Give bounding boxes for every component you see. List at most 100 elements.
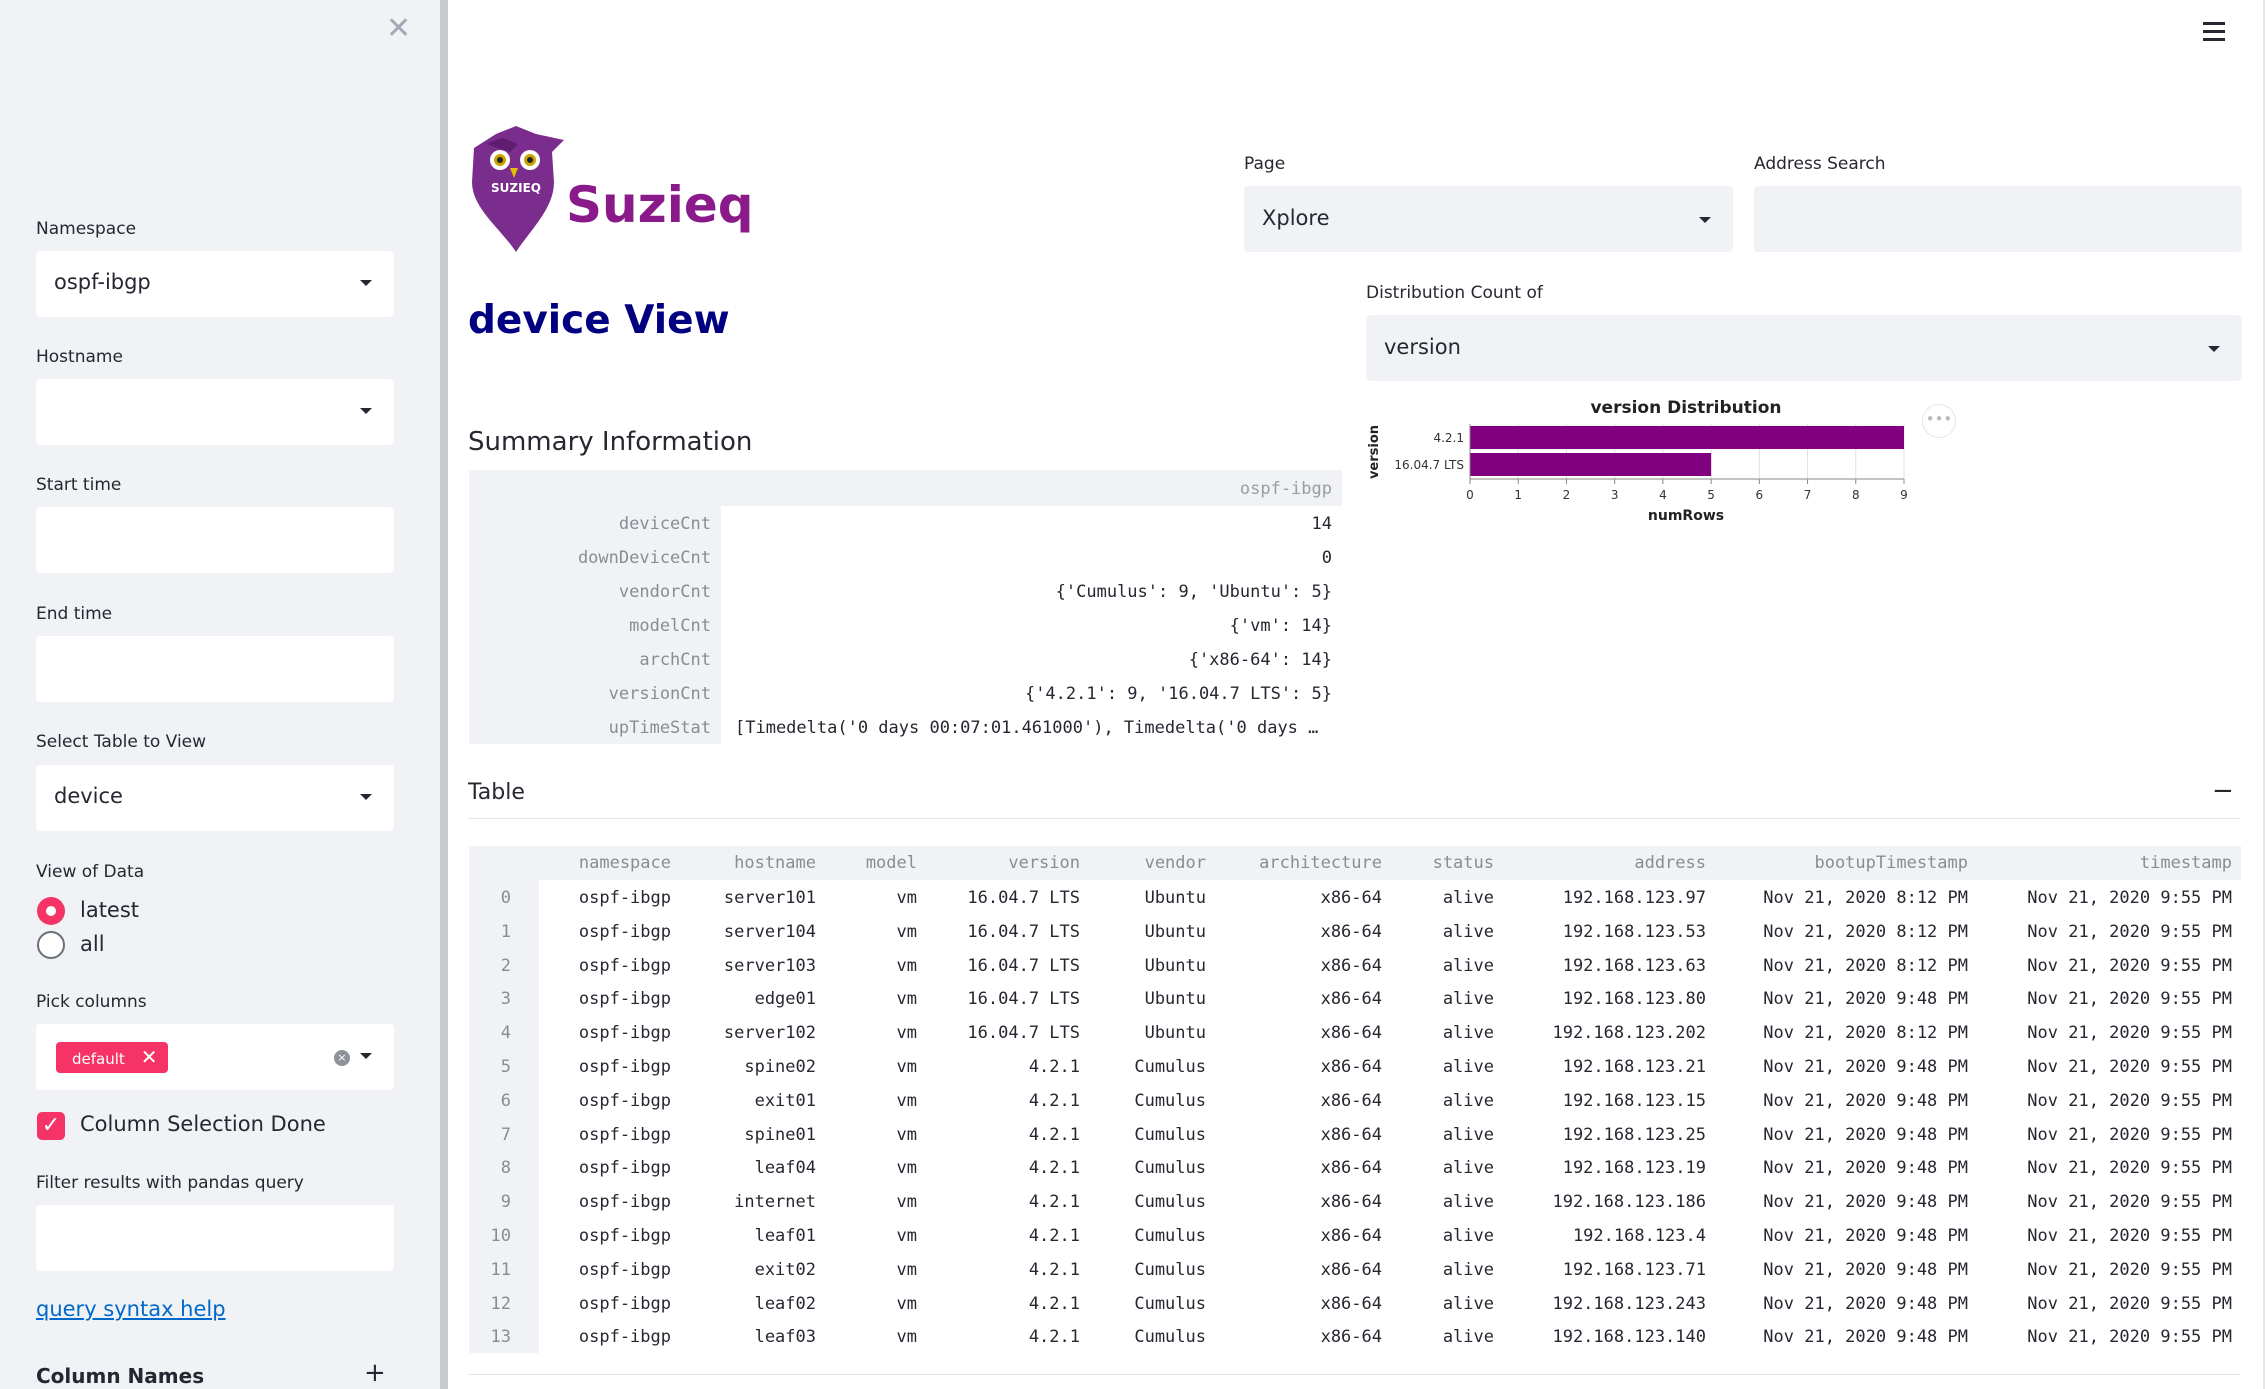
column-header[interactable]: bootupTimestamp [1814,853,1968,873]
column-header[interactable]: hostname [734,853,816,873]
summary-value: {'x86-64': 14} [1188,650,1332,670]
address-search-input[interactable] [1754,186,2242,252]
start-time-input[interactable] [36,507,394,573]
table-cell: Nov 21, 2020 9:55 PM [2027,1192,2232,1213]
table-cell: 16.04.7 LTS [967,1023,1080,1044]
column-header[interactable]: namespace [579,853,671,873]
pick-columns-multiselect[interactable]: default ✕ × [36,1024,394,1090]
table-cell: Nov 21, 2020 9:48 PM [1763,1327,1968,1348]
summary-namespace-header: ospf-ibgp [1239,479,1332,499]
table-cell: x86-64 [1320,1327,1382,1348]
radio-latest[interactable] [37,897,65,925]
radio-all[interactable] [37,931,65,959]
x-tick-label: 5 [1707,488,1715,502]
clear-icon[interactable]: × [334,1050,350,1066]
table-cell: 192.168.123.140 [1552,1327,1706,1348]
table-cell: Nov 21, 2020 9:55 PM [2027,1124,2232,1145]
table-cell: Nov 21, 2020 9:48 PM [1763,1057,1968,1077]
table-cell: Nov 21, 2020 9:48 PM [1763,1259,1968,1280]
table-cell: alive [1442,1327,1494,1348]
radio-latest-label[interactable]: latest [80,898,139,922]
summary-key: vendorCnt [618,582,711,602]
table-select[interactable]: device [36,765,394,831]
table-cell: alive [1442,921,1494,942]
sidebar-resize-handle[interactable] [440,0,448,1389]
column-header[interactable]: timestamp [2140,853,2232,873]
table-cell: Nov 21, 2020 9:55 PM [2027,1090,2232,1111]
tag-remove-icon[interactable]: ✕ [141,1045,158,1069]
table-cell: Cumulus [1134,1293,1206,1314]
x-tick-label: 8 [1852,488,1860,502]
table-cell: vm [896,888,917,908]
summary-value: {'Cumulus': 9, 'Ubuntu': 5} [1055,582,1332,602]
table-cell: 192.168.123.15 [1562,1090,1706,1111]
table-cell: Nov 21, 2020 8:12 PM [1763,888,1968,908]
y-tick-label: 16.04.7 LTS [1394,458,1464,472]
x-tick-label: 7 [1804,488,1812,502]
table-cell: vm [896,1327,917,1348]
table-cell: vm [896,1158,917,1179]
table-cell: edge01 [754,989,816,1010]
table-cell: 192.168.123.25 [1562,1124,1706,1145]
end-time-input[interactable] [36,636,394,702]
hostname-select[interactable] [36,379,394,445]
table-cell: 4.2.1 [1028,1259,1080,1280]
column-header[interactable]: version [1008,853,1080,873]
column-tag-default[interactable]: default ✕ [56,1042,168,1073]
filter-input[interactable] [36,1205,394,1271]
column-names-heading[interactable]: Column Names [36,1364,204,1388]
table-cell: Nov 21, 2020 9:55 PM [2027,1226,2232,1246]
table-cell: leaf02 [754,1293,816,1314]
row-index: 12 [490,1293,511,1314]
summary-value: [Timedelta('0 days 00:07:01.461000'), Ti… [735,718,1319,738]
column-header[interactable]: vendor [1145,853,1206,873]
chevron-down-icon [360,408,372,414]
y-axis-label: version [1367,425,1382,479]
table-cell: alive [1442,1259,1494,1280]
table-cell: Ubuntu [1144,888,1206,908]
table-heading[interactable]: Table [468,780,525,805]
radio-all-label[interactable]: all [80,932,105,956]
expand-icon[interactable]: + [364,1358,386,1388]
table-cell: Cumulus [1134,1090,1206,1111]
summary-key: versionCnt [608,684,711,704]
page-label: Page [1244,154,1286,174]
table-cell: alive [1442,1124,1494,1145]
collapse-icon[interactable]: − [2212,776,2234,806]
table-cell: Ubuntu [1144,1023,1206,1044]
table-cell: Nov 21, 2020 9:55 PM [2027,1327,2232,1348]
column-header[interactable]: model [866,853,917,873]
table-cell: server103 [723,955,816,976]
logo-badge-text: SUZIEQ [491,181,541,195]
filter-label: Filter results with pandas query [36,1173,304,1193]
table-cell: Cumulus [1134,1259,1206,1280]
column-header[interactable]: architecture [1259,853,1382,873]
namespace-select[interactable]: ospf-ibgp [36,251,394,317]
table-cell: alive [1442,989,1494,1010]
table-cell: x86-64 [1320,1158,1382,1179]
page-select[interactable]: Xplore [1244,186,1733,252]
table-cell: Nov 21, 2020 8:12 PM [1763,921,1968,942]
table-cell: leaf01 [754,1226,816,1246]
table-cell: 4.2.1 [1028,1327,1080,1348]
more-options-icon[interactable]: ••• [1922,404,1956,438]
table-cell: x86-64 [1320,1226,1382,1246]
x-tick-label: 0 [1466,488,1474,502]
table-cell: Nov 21, 2020 9:48 PM [1763,1158,1968,1179]
column-header[interactable]: address [1634,853,1706,873]
device-table[interactable]: namespace hostname model version vendor archi… [469,846,2241,1353]
hamburger-menu-icon[interactable] [2203,22,2225,46]
table-cell: exit02 [754,1259,816,1280]
table-cell: 192.168.123.97 [1562,888,1706,908]
column-header[interactable]: status [1433,853,1494,873]
distribution-select[interactable]: version [1366,315,2242,381]
table-cell: vm [896,1023,917,1044]
row-index: 11 [490,1259,511,1280]
query-syntax-help-link[interactable]: query syntax help [36,1297,226,1321]
close-icon[interactable]: ✕ [386,14,411,44]
table-cell: 4.2.1 [1028,1090,1080,1111]
column-selection-checkbox[interactable]: ✓ [37,1112,65,1140]
table-cell: x86-64 [1320,1259,1382,1280]
summary-heading: Summary Information [468,427,753,457]
column-selection-label[interactable]: Column Selection Done [80,1112,326,1136]
